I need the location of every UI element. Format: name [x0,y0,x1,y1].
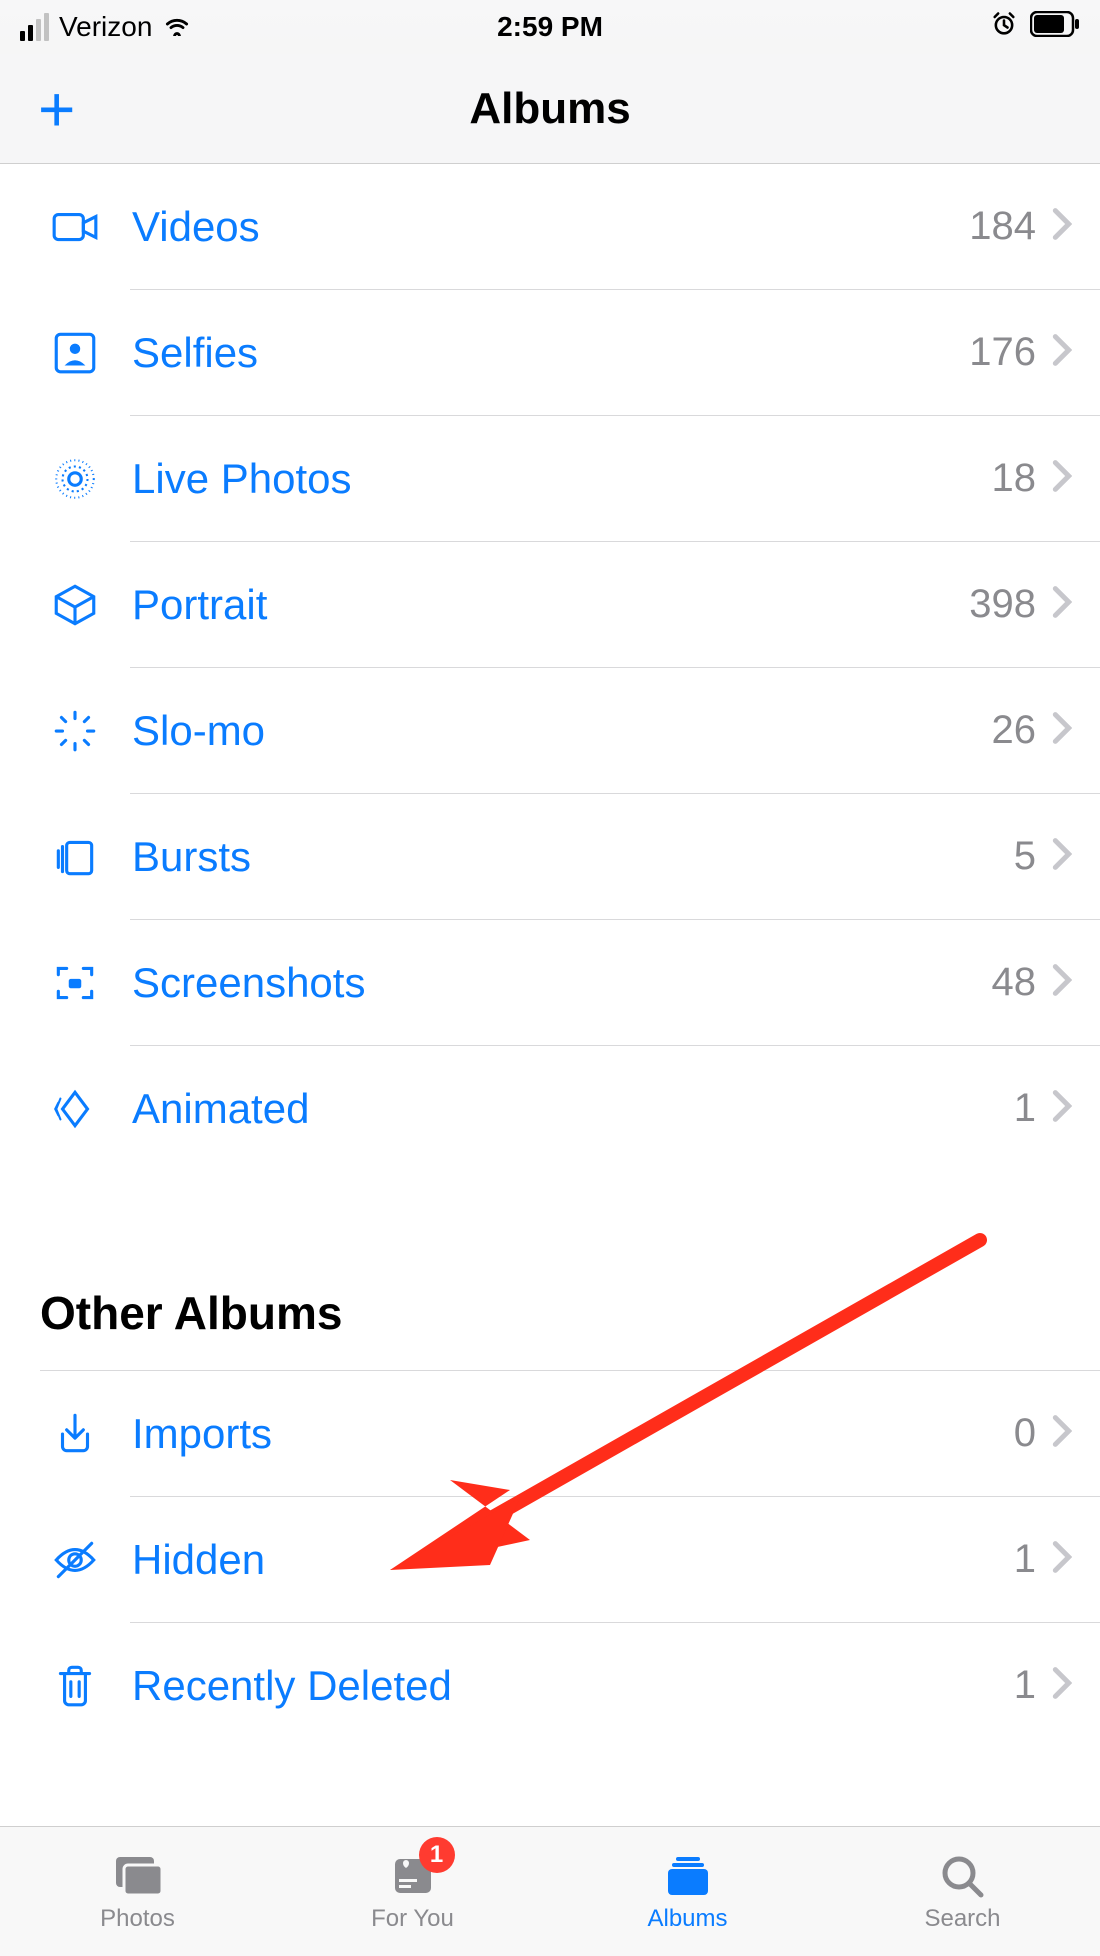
chevron-right-icon [1052,837,1072,876]
photos-icon [110,1851,166,1899]
nav-header: + Albums [0,54,1100,164]
row-selfies[interactable]: Selfies 176 [0,290,1100,415]
row-label: Hidden [110,1536,1014,1584]
status-bar: Verizon 2:59 PM [0,0,1100,54]
row-label: Videos [110,203,969,251]
row-count: 1 [1014,1537,1036,1582]
chevron-right-icon [1052,1540,1072,1579]
row-count: 184 [969,204,1036,249]
row-slo-mo[interactable]: Slo-mo 26 [0,668,1100,793]
portrait-icon [40,580,110,630]
row-label: Selfies [110,329,969,377]
row-count: 18 [992,456,1037,501]
row-label: Animated [110,1085,1014,1133]
albums-icon [660,1851,716,1899]
row-portrait[interactable]: Portrait 398 [0,542,1100,667]
for-you-badge: 1 [419,1837,455,1873]
bursts-icon [40,832,110,882]
hidden-icon [40,1535,110,1585]
row-screenshots[interactable]: Screenshots 48 [0,920,1100,1045]
tab-albums[interactable]: Albums [550,1827,825,1956]
tab-bar: Photos 1 For You Albums Search [0,1826,1100,1956]
chevron-right-icon [1052,963,1072,1002]
row-imports[interactable]: Imports 0 [0,1371,1100,1496]
carrier-label: Verizon [59,11,152,43]
chevron-right-icon [1052,333,1072,372]
row-count: 398 [969,582,1036,627]
section-other-albums: Other Albums [0,1286,1100,1340]
tab-photos[interactable]: Photos [0,1827,275,1956]
clock-label: 2:59 PM [497,11,603,43]
tab-label: Photos [100,1905,175,1933]
row-label: Bursts [110,833,1014,881]
row-live-photos[interactable]: Live Photos 18 [0,416,1100,541]
row-label: Recently Deleted [110,1662,1014,1710]
media-types-list: Videos 184 Selfies 176 Live Photos 18 Po… [0,164,1100,1748]
row-label: Slo-mo [110,707,992,755]
tab-for-you[interactable]: 1 For You [275,1827,550,1956]
search-icon [935,1851,991,1899]
row-bursts[interactable]: Bursts 5 [0,794,1100,919]
row-label: Live Photos [110,455,992,503]
trash-icon [40,1661,110,1711]
row-count: 1 [1014,1086,1036,1131]
battery-icon [1030,11,1080,44]
row-hidden[interactable]: Hidden 1 [0,1497,1100,1622]
row-count: 5 [1014,834,1036,879]
row-count: 0 [1014,1411,1036,1456]
chevron-right-icon [1052,1666,1072,1705]
row-label: Screenshots [110,959,992,1007]
row-count: 26 [992,708,1037,753]
alarm-icon [990,10,1018,45]
chevron-right-icon [1052,1089,1072,1128]
animated-icon [40,1084,110,1134]
tab-search[interactable]: Search [825,1827,1100,1956]
tab-label: Search [924,1905,1000,1933]
slo-mo-icon [40,706,110,756]
row-recently-deleted[interactable]: Recently Deleted 1 [0,1623,1100,1748]
chevron-right-icon [1052,1414,1072,1453]
wifi-icon [162,11,192,43]
row-count: 176 [969,330,1036,375]
row-animated[interactable]: Animated 1 [0,1046,1100,1171]
live-photos-icon [40,454,110,504]
selfies-icon [40,328,110,378]
chevron-right-icon [1052,207,1072,246]
row-label: Imports [110,1410,1014,1458]
page-title: Albums [469,84,630,134]
imports-icon [40,1409,110,1459]
video-icon [40,202,110,252]
signal-icon [20,13,49,41]
tab-label: Albums [647,1905,727,1933]
chevron-right-icon [1052,711,1072,750]
chevron-right-icon [1052,459,1072,498]
row-count: 1 [1014,1663,1036,1708]
screenshots-icon [40,958,110,1008]
row-count: 48 [992,960,1037,1005]
row-videos[interactable]: Videos 184 [0,164,1100,289]
tab-label: For You [371,1905,454,1933]
chevron-right-icon [1052,585,1072,624]
row-label: Portrait [110,581,969,629]
